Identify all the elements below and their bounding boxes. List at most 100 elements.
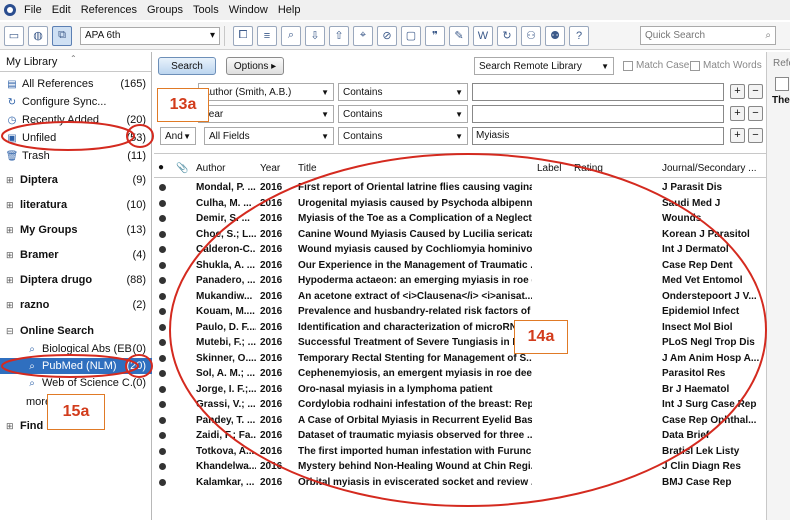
online-globe-icon[interactable]: ◍ bbox=[28, 25, 48, 46]
attachment-header-icon[interactable]: 📎 bbox=[176, 163, 188, 174]
table-row[interactable]: Calderon-C... 2016 Wound myiasis caused by… bbox=[154, 242, 766, 258]
read-status-icon[interactable] bbox=[159, 199, 166, 207]
reference-tab[interactable]: Refe bbox=[767, 52, 790, 69]
read-status-icon[interactable] bbox=[159, 215, 166, 222]
word-icon[interactable]: W bbox=[473, 25, 493, 46]
checkbox-box[interactable] bbox=[623, 60, 633, 71]
share-icon[interactable]: ⚇ bbox=[521, 25, 541, 46]
add-row-button[interactable]: + bbox=[730, 128, 745, 143]
add-row-button[interactable]: + bbox=[730, 106, 745, 121]
table-row[interactable]: Zaidi, F.; Fa... 2016 Dataset of traumatic… bbox=[154, 428, 766, 444]
operator-select[interactable]: Contains ▼ bbox=[338, 83, 468, 101]
read-status-icon[interactable] bbox=[159, 323, 166, 331]
table-row[interactable]: Skinner, O.... 2016 Temporary Rectal Stent… bbox=[154, 351, 766, 367]
group-share-icon[interactable]: ⚉ bbox=[545, 25, 565, 46]
table-row[interactable]: Grassi, V.; ... 2016 Cordylobia rodhaini i… bbox=[154, 397, 766, 413]
options-button[interactable]: Options ▸ bbox=[226, 57, 284, 75]
operator-select[interactable]: Contains ▼ bbox=[338, 127, 468, 145]
open-file-icon[interactable]: ▢ bbox=[401, 25, 421, 46]
expand-icon[interactable]: ⊞ bbox=[6, 200, 16, 211]
edit-reference-icon[interactable] bbox=[775, 77, 789, 91]
field-select[interactable]: All Fields ▼ bbox=[204, 127, 334, 145]
group-set-my-groups[interactable]: ⊞ My Groups (13) bbox=[0, 222, 152, 238]
remove-row-button[interactable]: − bbox=[748, 106, 763, 121]
read-status-icon[interactable] bbox=[159, 277, 166, 284]
new-reference-icon[interactable]: ≡ bbox=[257, 25, 277, 46]
search-term-input[interactable] bbox=[472, 105, 724, 123]
match-case-checkbox[interactable]: Match Case bbox=[623, 60, 689, 71]
search-button[interactable]: Search bbox=[158, 57, 216, 75]
table-row[interactable]: Sol, A. M.; ... 2016 Cephenemyiosis, an em… bbox=[154, 366, 766, 382]
table-row[interactable]: Mukandiw... 2016 An acetone extract of <i>… bbox=[154, 289, 766, 305]
group-set-razno[interactable]: ⊞ razno (2) bbox=[0, 297, 152, 313]
read-status-icon[interactable] bbox=[159, 432, 166, 439]
group-set-bramer[interactable]: ⊞ Bramer (4) bbox=[0, 247, 152, 263]
output-style-select[interactable]: APA 6th ▾ bbox=[80, 26, 220, 45]
group-configure-sync[interactable]: ↻ Configure Sync... bbox=[0, 94, 152, 110]
menu-help[interactable]: Help bbox=[278, 4, 301, 16]
table-row[interactable]: Mutebi, F.; ... 2016 Successful Treatment … bbox=[154, 335, 766, 351]
quick-search-input[interactable]: Quick Search ⌕ bbox=[640, 26, 776, 45]
read-status-icon[interactable] bbox=[159, 308, 166, 315]
menu-references[interactable]: References bbox=[81, 4, 137, 16]
chevron-up-icon[interactable]: ⌃ bbox=[70, 54, 77, 63]
operator-select[interactable]: Contains ▼ bbox=[338, 105, 468, 123]
search-term-input[interactable]: Myiasis bbox=[472, 127, 724, 145]
insert-citation-icon[interactable]: ❞ bbox=[425, 25, 445, 46]
expand-icon[interactable]: ⊞ bbox=[6, 275, 16, 286]
column-label[interactable]: Label bbox=[537, 163, 561, 174]
library-header[interactable]: My Library ⌃ bbox=[0, 52, 151, 72]
column-author[interactable]: Author bbox=[196, 163, 225, 174]
table-row[interactable]: Totkova, A.... 2016 The first imported hum… bbox=[154, 444, 766, 460]
table-row[interactable]: Choe, S.; L... 2016 Canine Wound Myiasis C… bbox=[154, 227, 766, 243]
expand-icon[interactable]: ⊞ bbox=[6, 300, 16, 311]
read-status-icon[interactable] bbox=[159, 447, 166, 455]
expand-icon[interactable]: ⊞ bbox=[6, 175, 16, 186]
column-rating[interactable]: Rating bbox=[574, 163, 603, 174]
field-select[interactable]: Author (Smith, A.B.) ▼ bbox=[198, 83, 334, 101]
group-recently-added[interactable]: ◷ Recently Added (20) bbox=[0, 112, 152, 128]
collapse-icon[interactable]: ⊟ bbox=[6, 326, 16, 337]
open-link-icon[interactable]: ⊘ bbox=[377, 25, 397, 46]
group-trash[interactable]: 🗑 Trash (11) bbox=[0, 148, 152, 164]
read-status-header-icon[interactable]: ● bbox=[158, 162, 164, 173]
boolean-select[interactable]: And ▼ bbox=[160, 127, 196, 145]
table-row[interactable]: Demir, S. ... 2016 Myiasis of the Toe as a… bbox=[154, 211, 766, 227]
expand-icon[interactable]: ⊞ bbox=[6, 250, 16, 261]
column-year[interactable]: Year bbox=[260, 163, 280, 174]
table-row[interactable]: Paulo, D. F.... 2016 Identification and ch… bbox=[154, 320, 766, 336]
table-row[interactable]: Mondal, P. ... 2016 First report of Orient… bbox=[154, 180, 766, 196]
group-set-diptera[interactable]: ⊞ Diptera (9) bbox=[0, 172, 152, 188]
remove-row-button[interactable]: − bbox=[748, 128, 763, 143]
sync-icon[interactable]: ↻ bbox=[497, 25, 517, 46]
read-status-icon[interactable] bbox=[159, 370, 166, 377]
local-library-icon[interactable]: ▭ bbox=[4, 25, 24, 46]
search-term-input[interactable] bbox=[472, 83, 724, 101]
group-unfiled[interactable]: ▣ Unfiled (53) bbox=[0, 130, 152, 146]
help-icon[interactable]: ? bbox=[569, 25, 589, 46]
read-status-icon[interactable] bbox=[159, 261, 166, 269]
column-journal[interactable]: Journal/Secondary ... bbox=[662, 163, 757, 174]
table-row[interactable]: Kalamkar, ... 2016 Orbital myiasis in evis… bbox=[154, 475, 766, 491]
read-status-icon[interactable] bbox=[159, 339, 166, 346]
menu-groups[interactable]: Groups bbox=[147, 4, 183, 16]
format-bibliography-icon[interactable]: ✎ bbox=[449, 25, 469, 46]
table-row[interactable]: Pandey, T. ... 2016 A Case of Orbital Myia… bbox=[154, 413, 766, 429]
read-status-icon[interactable] bbox=[159, 292, 166, 300]
read-status-icon[interactable] bbox=[159, 401, 166, 408]
table-row[interactable]: Kouam, M.... 2016 Prevalence and husbandry… bbox=[154, 304, 766, 320]
table-row[interactable]: Shukla, A. ... 2016 Our Experience in the … bbox=[154, 258, 766, 274]
online-web-of-science[interactable]: ⌕ Web of Science C... (0) bbox=[0, 375, 152, 391]
read-status-icon[interactable] bbox=[159, 184, 166, 191]
menu-window[interactable]: Window bbox=[229, 4, 268, 16]
checkbox-box[interactable] bbox=[690, 60, 700, 71]
find-full-text-icon[interactable]: ⌖ bbox=[353, 25, 373, 46]
online-pubmed[interactable]: ⌕ PubMed (NLM) (20) bbox=[0, 358, 152, 374]
read-status-icon[interactable] bbox=[159, 385, 166, 393]
menu-tools[interactable]: Tools bbox=[193, 4, 219, 16]
online-search-section[interactable]: ⊟ Online Search bbox=[0, 323, 152, 339]
column-title[interactable]: Title bbox=[298, 163, 317, 174]
online-biological-abs[interactable]: ⌕ Biological Abs (EB... (0) bbox=[0, 341, 152, 357]
read-status-icon[interactable] bbox=[159, 230, 166, 238]
remote-library-select[interactable]: Search Remote Library ▼ bbox=[474, 57, 614, 75]
